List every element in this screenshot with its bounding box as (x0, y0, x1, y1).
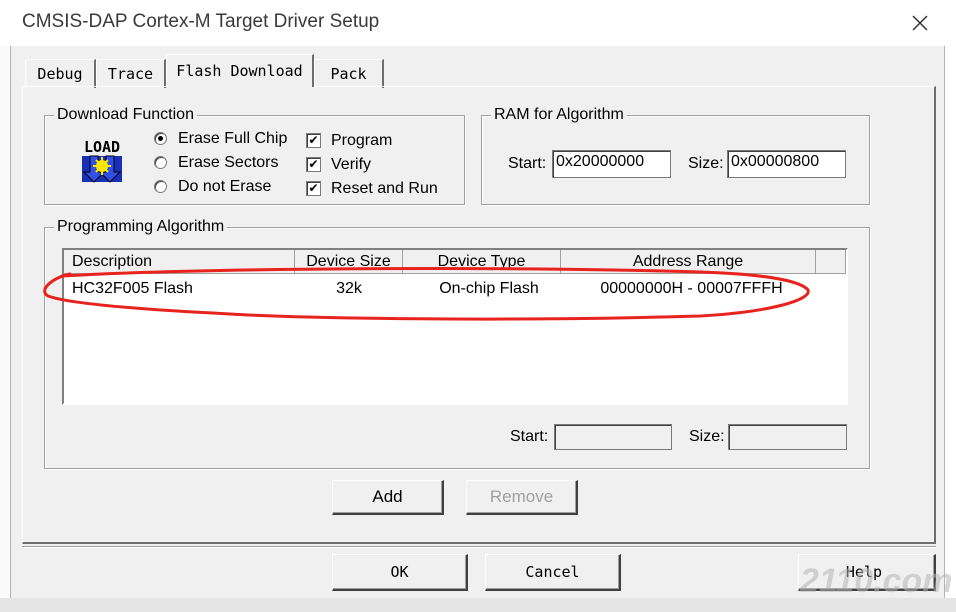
ram-start-input[interactable]: 0x20000000 (552, 150, 671, 178)
cancel-button[interactable]: Cancel (485, 554, 621, 591)
erase-sectors-label: Erase Sectors (178, 154, 279, 171)
verify-label: Verify (331, 156, 372, 173)
programming-algorithm-label: Programming Algorithm (54, 218, 228, 236)
row-device-type: On-chip Flash (439, 280, 539, 297)
column-device-size[interactable]: Device Size (295, 250, 403, 274)
row-description: HC32F005 Flash (72, 280, 193, 297)
erase-full-chip-label: Erase Full Chip (178, 130, 288, 147)
ram-start-label: Start: (508, 155, 547, 172)
tab-trace[interactable]: Trace (96, 59, 166, 88)
row-device-size: 32k (336, 280, 362, 297)
erase-sectors-radio[interactable] (154, 156, 167, 169)
tab-debug[interactable]: Debug (25, 59, 96, 88)
reset-and-run-label: Reset and Run (331, 180, 438, 197)
verify-checkbox[interactable]: ✔ (306, 157, 321, 172)
close-button[interactable] (900, 6, 940, 40)
tab-pack[interactable]: Pack (314, 59, 384, 88)
program-checkbox[interactable]: ✔ (306, 133, 321, 148)
window-title: CMSIS-DAP Cortex-M Target Driver Setup (22, 11, 380, 32)
column-device-type[interactable]: Device Type (403, 250, 561, 274)
row-address-range: 00000000H - 00007FFFH (600, 280, 783, 297)
do-not-erase-label: Do not Erase (178, 178, 272, 195)
column-filler (816, 250, 846, 274)
ram-for-algorithm-label: RAM for Algorithm (491, 106, 627, 124)
download-function-label: Download Function (54, 106, 197, 124)
close-icon (912, 15, 928, 31)
algorithm-list[interactable]: Description Device Size Device Type Addr… (62, 248, 848, 405)
algorithm-start-label: Start: (510, 428, 549, 445)
reset-and-run-checkbox[interactable]: ✔ (306, 181, 321, 196)
add-button[interactable]: Add (332, 480, 444, 515)
footer-divider (22, 546, 936, 548)
program-label: Program (331, 132, 393, 149)
watermark: 2110.com (800, 562, 953, 600)
ram-size-label: Size: (688, 155, 724, 172)
algorithm-start-input[interactable] (554, 424, 672, 450)
column-description[interactable]: Description (64, 250, 295, 274)
algorithm-size-input[interactable] (728, 424, 847, 450)
title-bar: CMSIS-DAP Cortex-M Target Driver Setup (0, 0, 956, 46)
tab-flash-download[interactable]: Flash Download (166, 54, 314, 87)
do-not-erase-radio[interactable] (154, 180, 167, 193)
algorithm-size-label: Size: (689, 428, 725, 445)
svg-text:LOAD: LOAD (84, 138, 120, 156)
ram-size-input[interactable]: 0x00000800 (727, 150, 846, 178)
remove-button[interactable]: Remove (466, 480, 578, 515)
background-window-edge (0, 46, 10, 612)
load-icon: LOAD (76, 136, 128, 186)
column-address-range[interactable]: Address Range (561, 250, 816, 274)
erase-full-chip-radio[interactable] (154, 132, 167, 145)
ok-button[interactable]: OK (332, 554, 468, 591)
